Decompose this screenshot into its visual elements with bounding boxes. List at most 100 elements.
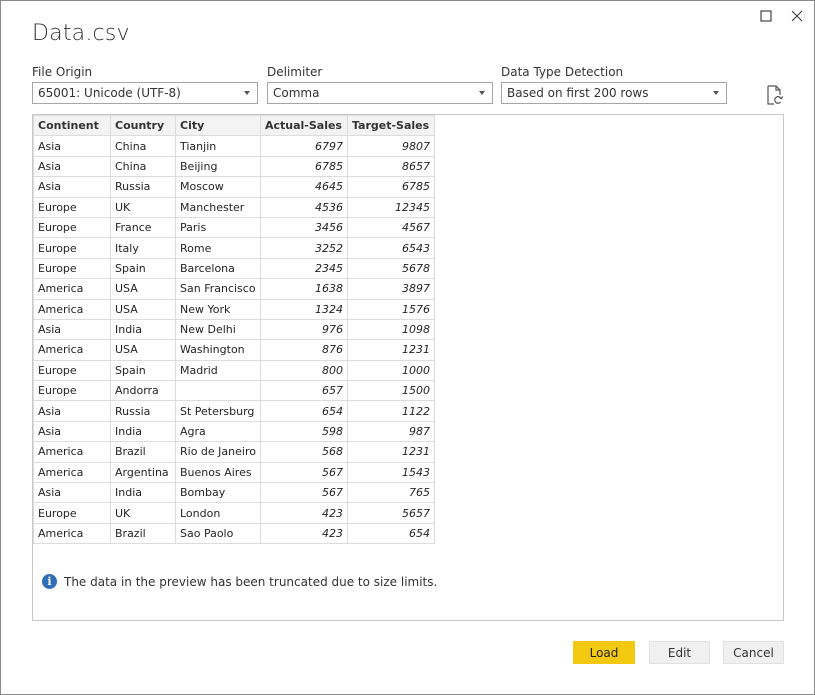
city-cell: Buenos Aires [175, 461, 261, 484]
column-header-target-sales: Target-Sales [346, 114, 435, 137]
refresh-icon[interactable] [766, 85, 784, 105]
target-sales-cell: 9807 [346, 135, 435, 157]
table-row: Europe Andorra 657 1500 [33, 380, 435, 402]
column-header-city: City [175, 114, 261, 137]
target-sales-cell: 1231 [346, 339, 435, 361]
dialog-title: Data.csv [32, 21, 130, 46]
actual-sales-cell: 3456 [259, 216, 348, 239]
data-type-detection-label: Data Type Detection [501, 65, 624, 79]
country-cell: Russia [110, 176, 176, 198]
actual-sales-cell: 4645 [259, 176, 348, 198]
city-cell: Manchester [175, 196, 261, 218]
city-cell: Beijing [175, 155, 261, 178]
truncation-notice-text: The data in the preview has been truncat… [64, 574, 438, 589]
table-row: Asia India Bombay 567 765 [33, 482, 435, 504]
continent-cell: Europe [33, 216, 111, 239]
table-row: America USA San Francisco 1638 3897 [33, 278, 435, 300]
chevron-down-icon [479, 91, 485, 95]
table-row: Europe Spain Barcelona 2345 5678 [33, 257, 435, 280]
country-cell: Brazil [110, 522, 176, 545]
target-sales-cell: 987 [346, 420, 435, 443]
cancel-button[interactable]: Cancel [723, 641, 784, 664]
country-cell: France [110, 216, 176, 239]
city-cell: Washington [175, 339, 261, 361]
city-cell: Tianjin [175, 135, 261, 157]
city-cell: New York [175, 298, 261, 320]
edit-button[interactable]: Edit [649, 641, 710, 664]
data-type-detection-select[interactable]: Based on first 200 rows [501, 82, 727, 104]
actual-sales-cell: 6785 [259, 155, 348, 178]
close-button[interactable] [788, 7, 806, 25]
continent-cell: America [33, 461, 111, 484]
file-origin-value: 65001: Unicode (UTF-8) [38, 86, 181, 100]
continent-cell: America [33, 441, 111, 463]
actual-sales-cell: 876 [259, 339, 348, 361]
actual-sales-cell: 568 [259, 441, 348, 463]
continent-cell: Europe [33, 502, 111, 524]
load-button[interactable]: Load [573, 641, 635, 664]
actual-sales-cell: 657 [259, 380, 348, 402]
actual-sales-cell: 567 [259, 461, 348, 484]
data-preview: Continent Country City Actual-Sales Targ… [32, 114, 784, 621]
table-row: Europe France Paris 3456 4567 [33, 216, 435, 239]
country-cell: India [110, 318, 176, 341]
continent-cell: Asia [33, 135, 111, 157]
country-cell: Spain [110, 257, 176, 280]
target-sales-cell: 1500 [346, 380, 435, 402]
table-row: Europe UK Manchester 4536 12345 [33, 196, 435, 218]
country-cell: USA [110, 278, 176, 300]
file-origin-select[interactable]: 65001: Unicode (UTF-8) [32, 82, 258, 104]
continent-cell: Asia [33, 400, 111, 422]
city-cell: Bombay [175, 482, 261, 504]
continent-cell: Europe [33, 257, 111, 280]
actual-sales-cell: 654 [259, 400, 348, 422]
table-row: Europe Spain Madrid 800 1000 [33, 359, 435, 382]
country-cell: UK [110, 196, 176, 218]
table-row: America USA Washington 876 1231 [33, 339, 435, 361]
country-cell: UK [110, 502, 176, 524]
country-cell: Spain [110, 359, 176, 382]
target-sales-cell: 4567 [346, 216, 435, 239]
city-cell: Paris [175, 216, 261, 239]
table-body: Asia China Tianjin 6797 9807 Asia China Beijing… [33, 135, 435, 545]
table-row: Europe Italy Rome 3252 6543 [33, 237, 435, 259]
maximize-icon [760, 10, 772, 22]
country-cell: Andorra [110, 380, 176, 402]
target-sales-cell: 1543 [346, 461, 435, 484]
data-type-detection-value: Based on first 200 rows [507, 86, 649, 100]
truncation-notice: i The data in the preview has been trunc… [42, 574, 437, 589]
continent-cell: Asia [33, 482, 111, 504]
city-cell: Moscow [175, 176, 261, 198]
table-row: Europe UK London 423 5657 [33, 502, 435, 524]
target-sales-cell: 654 [346, 522, 435, 545]
info-icon: i [42, 574, 57, 589]
delimiter-label: Delimiter [267, 65, 323, 79]
maximize-button[interactable] [757, 7, 775, 25]
target-sales-cell: 6785 [346, 176, 435, 198]
continent-cell: America [33, 522, 111, 545]
actual-sales-cell: 1324 [259, 298, 348, 320]
continent-cell: Asia [33, 155, 111, 178]
city-cell [175, 380, 261, 402]
delimiter-select[interactable]: Comma [267, 82, 493, 104]
country-cell: USA [110, 339, 176, 361]
table-row: Asia Russia St Petersburg 654 1122 [33, 400, 435, 422]
city-cell: Madrid [175, 359, 261, 382]
country-cell: Italy [110, 237, 176, 259]
country-cell: Argentina [110, 461, 176, 484]
table-row: Asia China Tianjin 6797 9807 [33, 135, 435, 157]
continent-cell: Europe [33, 196, 111, 218]
table-row: America Argentina Buenos Aires 567 1543 [33, 461, 435, 484]
table-row: Asia China Beijing 6785 8657 [33, 155, 435, 178]
city-cell: San Francisco [175, 278, 261, 300]
actual-sales-cell: 423 [259, 522, 348, 545]
table-row: America Brazil Rio de Janeiro 568 1231 [33, 441, 435, 463]
country-cell: China [110, 135, 176, 157]
actual-sales-cell: 598 [259, 420, 348, 443]
country-cell: USA [110, 298, 176, 320]
actual-sales-cell: 1638 [259, 278, 348, 300]
table-row: Asia India New Delhi 976 1098 [33, 318, 435, 341]
city-cell: Sao Paolo [175, 522, 261, 545]
import-dialog: Data.csv File Origin 65001: Unicode (UTF… [0, 0, 815, 695]
continent-cell: America [33, 298, 111, 320]
